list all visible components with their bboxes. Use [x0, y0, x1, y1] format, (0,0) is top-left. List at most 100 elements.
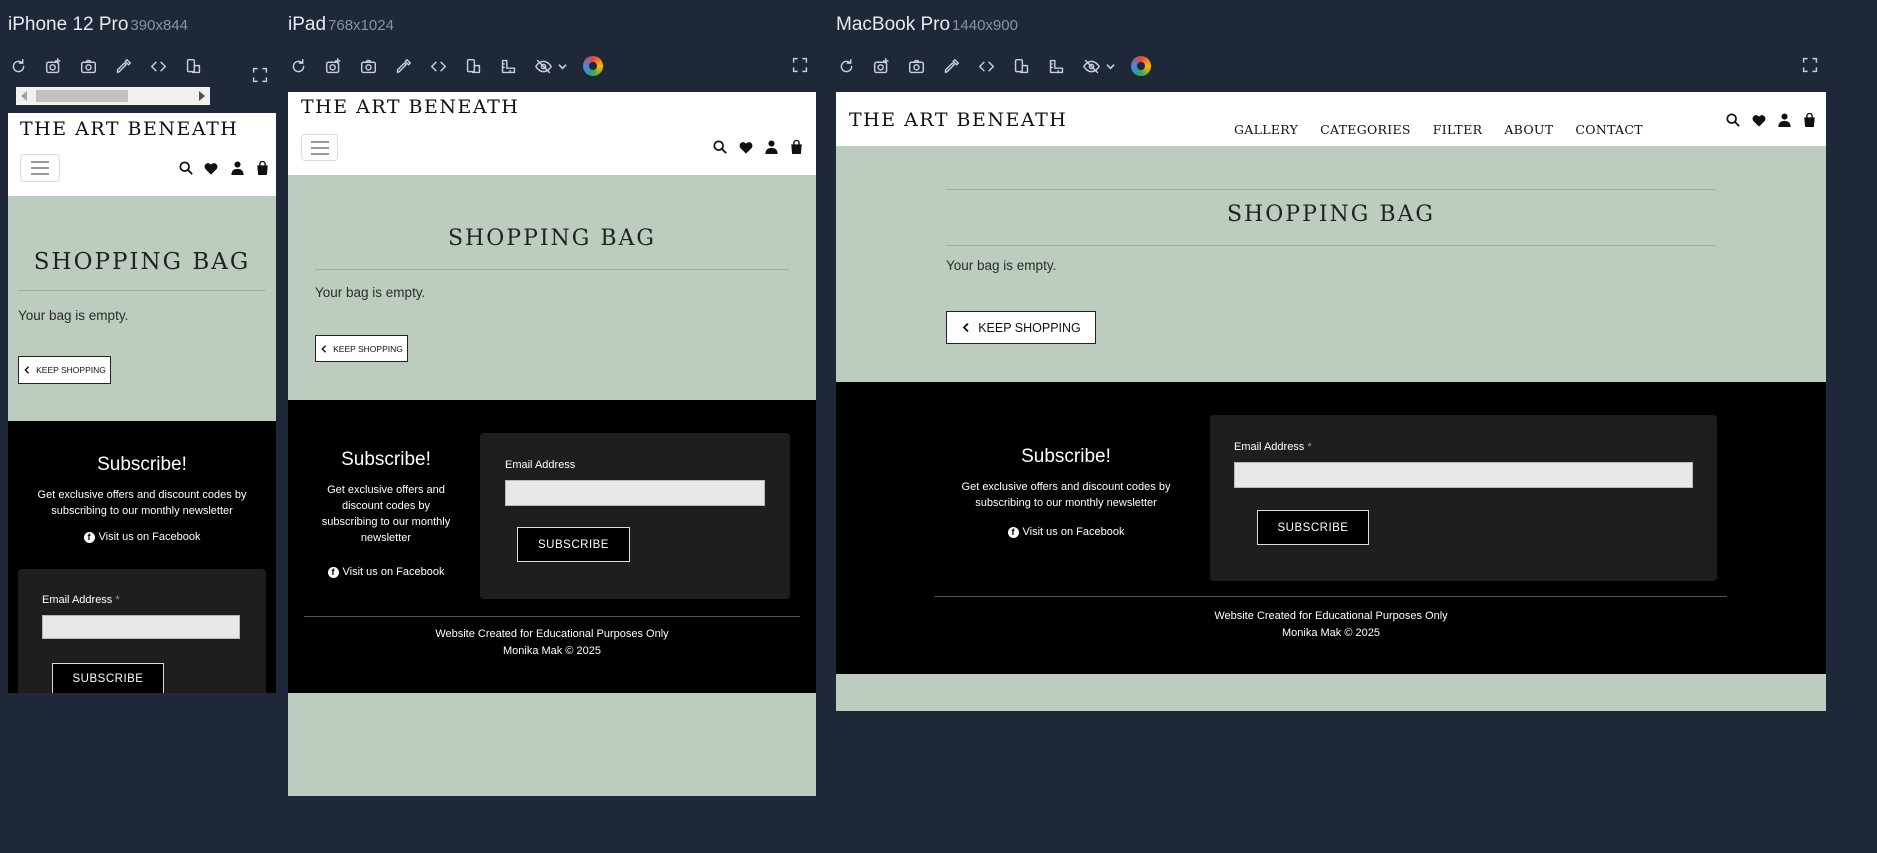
facebook-link[interactable]: f Visit us on Facebook [8, 531, 276, 543]
user-icon[interactable] [1772, 113, 1797, 127]
refresh-icon[interactable] [288, 56, 308, 76]
scroll-left-arrow-icon[interactable] [21, 91, 27, 101]
refresh-icon[interactable] [836, 56, 856, 76]
expand-icon[interactable] [252, 67, 270, 85]
site-header: THE ART BENEATH GALLERY CATEGORIES FILTE… [836, 92, 1826, 146]
email-input[interactable] [42, 615, 240, 639]
chevron-down-icon[interactable] [1106, 56, 1116, 76]
heart-icon[interactable] [732, 141, 759, 154]
rotate-icon[interactable] [463, 56, 483, 76]
site-logo[interactable]: THE ART BENEATH [301, 96, 519, 118]
site-header: THE ART BENEATH [8, 113, 276, 196]
user-icon[interactable] [759, 140, 784, 154]
color-picker-icon[interactable] [583, 56, 603, 76]
title-divider [315, 269, 789, 270]
code-icon[interactable] [428, 56, 448, 76]
eyedropper-icon[interactable] [113, 56, 133, 76]
bag-section: SHOPPING BAG Your bag is empty. KEEP SHO… [836, 146, 1826, 382]
device-size: 768x1024 [328, 17, 394, 34]
screenshot-icon[interactable] [43, 56, 63, 76]
header-icons [173, 161, 274, 175]
search-icon[interactable] [1720, 113, 1746, 127]
title-divider [946, 245, 1716, 246]
refresh-icon[interactable] [8, 56, 28, 76]
shopping-bag-icon[interactable] [1797, 113, 1822, 127]
code-icon[interactable] [148, 56, 168, 76]
rotate-icon[interactable] [1011, 56, 1031, 76]
ruler-icon[interactable] [1046, 56, 1066, 76]
shopping-bag-icon[interactable] [784, 140, 809, 154]
site-logo[interactable]: THE ART BENEATH [20, 118, 238, 140]
heart-icon[interactable] [1746, 114, 1772, 127]
screenshot-icon[interactable] [871, 56, 891, 76]
subscribe-button[interactable]: SUBSCRIBE [517, 527, 630, 562]
email-label: Email Address * [1234, 441, 1312, 453]
hamburger-menu-button[interactable] [20, 154, 60, 182]
email-input[interactable] [1234, 462, 1693, 488]
keep-shopping-button[interactable]: KEEP SHOPPING [946, 311, 1096, 344]
header-icons [1720, 113, 1822, 127]
code-icon[interactable] [976, 56, 996, 76]
subscribe-button[interactable]: SUBSCRIBE [52, 663, 164, 693]
expand-icon[interactable] [792, 57, 810, 75]
expand-icon[interactable] [1802, 57, 1820, 75]
hamburger-menu-button[interactable] [301, 134, 338, 161]
email-label-text: Email Address [505, 459, 576, 471]
color-picker-icon[interactable] [1131, 56, 1151, 76]
bag-section: SHOPPING BAG Your bag is empty. KEEP SHO… [8, 196, 276, 421]
email-label-text: Email Address [1234, 441, 1305, 453]
screenshot-icon[interactable] [323, 56, 343, 76]
chevron-down-icon[interactable] [558, 56, 568, 76]
facebook-link[interactable]: f Visit us on Facebook [946, 526, 1186, 538]
email-input[interactable] [505, 480, 765, 506]
camera-icon[interactable] [78, 56, 98, 76]
eyedropper-icon[interactable] [941, 56, 961, 76]
ruler-icon[interactable] [498, 56, 518, 76]
subscribe-description: Get exclusive offers and discount codes … [961, 481, 1171, 509]
credit-line: Website Created for Educational Purposes… [435, 628, 669, 640]
empty-bag-message: Your bag is empty. [315, 285, 426, 300]
shopping-bag-icon[interactable] [250, 161, 274, 175]
keep-shopping-button[interactable]: KEEP SHOPPING [315, 335, 408, 362]
device-size: 390x844 [130, 17, 188, 34]
facebook-link[interactable]: f Visit us on Facebook [306, 566, 466, 578]
device-header: iPhone 12 Pro 390x844 [8, 14, 188, 36]
site-header: THE ART BENEATH [288, 92, 816, 175]
chevron-left-icon [321, 344, 327, 353]
keep-shopping-button[interactable]: KEEP SHOPPING [18, 356, 111, 384]
rotate-icon[interactable] [183, 56, 203, 76]
iphone-viewport: THE ART BENEATH SHOPPING BAG Your bag is… [8, 113, 276, 693]
device-name: MacBook Pro [836, 14, 951, 35]
camera-icon[interactable] [358, 56, 378, 76]
nav-about[interactable]: ABOUT [1504, 122, 1553, 137]
heart-icon[interactable] [198, 162, 224, 175]
chevron-left-icon [24, 366, 30, 374]
camera-icon[interactable] [906, 56, 926, 76]
subscribe-button[interactable]: SUBSCRIBE [1257, 510, 1369, 545]
email-label-text: Email Address [42, 594, 113, 606]
nav-categories[interactable]: CATEGORIES [1320, 122, 1411, 137]
user-icon[interactable] [224, 161, 250, 175]
header-icons [707, 140, 809, 154]
facebook-icon: f [1007, 526, 1019, 538]
footer-divider [935, 596, 1727, 597]
nav-contact[interactable]: CONTACT [1575, 122, 1642, 137]
visibility-icon[interactable] [1081, 56, 1101, 76]
device-size: 1440x900 [952, 17, 1018, 34]
device-toolbar [288, 52, 618, 80]
nav-gallery[interactable]: GALLERY [1234, 122, 1298, 137]
horizontal-scrollbar[interactable] [16, 87, 210, 105]
site-logo[interactable]: THE ART BENEATH [849, 109, 1067, 131]
facebook-icon: f [327, 566, 339, 578]
subscribe-title: Subscribe! [341, 449, 431, 470]
copyright-line: Monika Mak © 2025 [1282, 626, 1380, 639]
nav-filter[interactable]: FILTER [1433, 122, 1483, 137]
visibility-icon[interactable] [533, 56, 553, 76]
search-icon[interactable] [707, 140, 732, 154]
bag-section: SHOPPING BAG Your bag is empty. KEEP SHO… [288, 175, 816, 400]
scroll-right-arrow-icon[interactable] [199, 91, 205, 101]
scrollbar-thumb[interactable] [36, 90, 128, 102]
search-icon[interactable] [173, 161, 198, 175]
required-mark: * [1307, 441, 1312, 453]
eyedropper-icon[interactable] [393, 56, 413, 76]
